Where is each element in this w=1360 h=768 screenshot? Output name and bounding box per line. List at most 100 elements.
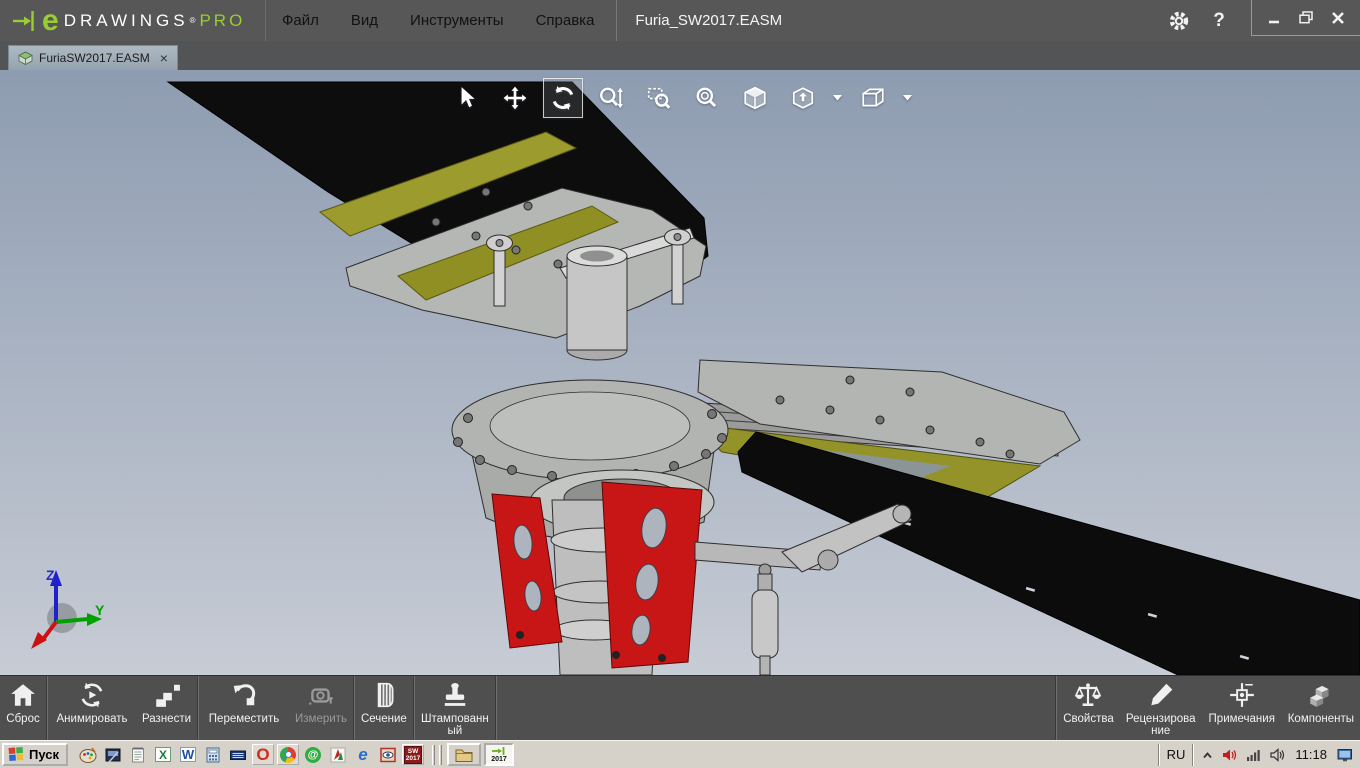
swashplate-bracket-right: [602, 482, 702, 668]
close-button[interactable]: [1322, 1, 1354, 35]
view-orientation-icon: [790, 85, 816, 111]
minimize-button[interactable]: [1258, 1, 1290, 35]
movie-maker-launcher[interactable]: [102, 744, 124, 765]
chrome-launcher[interactable]: [277, 744, 299, 765]
view-toolbar: [447, 78, 915, 118]
gear-icon: [1167, 9, 1191, 33]
keyboard-launcher[interactable]: [227, 744, 249, 765]
pan-icon: [502, 85, 528, 111]
internet-explorer-launcher[interactable]: e: [352, 744, 374, 765]
scales-icon: [1074, 681, 1102, 709]
tab-close-icon[interactable]: ×: [160, 52, 168, 64]
notepad-launcher[interactable]: [127, 744, 149, 765]
paint-icon: [79, 746, 97, 764]
clock[interactable]: 11:18: [1295, 747, 1327, 762]
mail-agent-launcher[interactable]: @: [302, 744, 324, 765]
calculator-launcher[interactable]: [202, 744, 224, 765]
volume-muted-icon[interactable]: [1221, 747, 1238, 763]
titlebar: e DRAWINGS ® PRO Файл Вид Инструменты Сп…: [0, 0, 1360, 41]
logo-e: e: [42, 8, 59, 34]
tool-pan[interactable]: [495, 78, 535, 118]
application-window: e DRAWINGS ® PRO Файл Вид Инструменты Сп…: [0, 0, 1360, 768]
notepad-icon: [129, 746, 147, 764]
explode-icon: [153, 681, 181, 709]
menu-file[interactable]: Файл: [266, 0, 335, 41]
toolbar-separator: [495, 676, 497, 740]
restore-button[interactable]: [1290, 1, 1322, 35]
solidworks-2017-icon: SW 2017: [404, 746, 422, 764]
windows-taskbar: Пуск: [0, 740, 1360, 768]
section-button[interactable]: Сечение: [355, 676, 413, 740]
tool-zoom[interactable]: [591, 78, 631, 118]
measure-icon: [307, 681, 335, 709]
show-desktop-icon[interactable]: [1336, 747, 1354, 763]
pencil-icon: [1147, 681, 1175, 709]
display-style-dropdown[interactable]: [901, 78, 915, 118]
document-tab[interactable]: FuriaSW2017.EASM ×: [8, 45, 178, 70]
model-canvas[interactable]: Z Y: [0, 70, 1360, 675]
menu-view[interactable]: Вид: [335, 0, 394, 41]
signal-strength-icon[interactable]: [1245, 747, 1262, 763]
help-button[interactable]: ?: [1199, 0, 1239, 41]
edrawings-window-button[interactable]: 2017: [484, 743, 514, 766]
stamp-button[interactable]: Штампованный: [415, 676, 495, 740]
edrawings-logo: e DRAWINGS ® PRO: [0, 0, 266, 41]
explode-button[interactable]: Разнести: [136, 676, 197, 740]
view-orientation-dropdown[interactable]: [831, 78, 845, 118]
move-component-icon: [230, 681, 258, 709]
move-button[interactable]: Переместить: [199, 676, 289, 740]
chrome-icon: [280, 747, 296, 763]
start-label: Пуск: [29, 747, 59, 762]
animate-button[interactable]: Анимировать: [48, 676, 136, 740]
quick-launch: X W O: [77, 744, 424, 765]
tool-shaded-view[interactable]: [735, 78, 775, 118]
reset-button[interactable]: Сброс: [0, 676, 46, 740]
annotations-button[interactable]: Примечания: [1202, 676, 1282, 740]
paint-launcher[interactable]: [77, 744, 99, 765]
folder-window-button[interactable]: [447, 743, 481, 766]
viewport: Z Y: [0, 70, 1360, 675]
menu-tools[interactable]: Инструменты: [394, 0, 520, 41]
menubar: Файл Вид Инструменты Справка: [266, 0, 610, 41]
logo-brand: DRAWINGS: [64, 11, 189, 31]
start-button[interactable]: Пуск: [2, 743, 68, 766]
help-icon: ?: [1213, 10, 1225, 32]
settings-button[interactable]: [1159, 0, 1199, 41]
volume-icon[interactable]: [1269, 747, 1286, 763]
zoom-fit-icon: [694, 85, 720, 111]
edrawings-arrow-icon: [12, 8, 38, 34]
tray-divider: [1158, 744, 1160, 766]
keyboard-icon: [229, 746, 247, 764]
tool-rotate[interactable]: [543, 78, 583, 118]
image-viewer-launcher[interactable]: [377, 744, 399, 765]
minimize-icon: [1267, 11, 1281, 25]
tool-zoom-window[interactable]: [639, 78, 679, 118]
tool-view-orientation[interactable]: [783, 78, 823, 118]
review-button[interactable]: Рецензирование: [1120, 676, 1202, 740]
select-icon: [454, 85, 480, 111]
tool-zoom-fit[interactable]: [687, 78, 727, 118]
components-button[interactable]: Компоненты: [1282, 676, 1360, 740]
calculator-icon: [204, 746, 222, 764]
excel-launcher[interactable]: X: [152, 744, 174, 765]
mail-agent-icon: @: [305, 747, 321, 763]
triad-y-label: Y: [95, 602, 105, 618]
annotation-target-icon: [1228, 681, 1256, 709]
tool-display-style[interactable]: [853, 78, 893, 118]
system-tray: RU 11:18: [1154, 743, 1358, 767]
media-player-launcher[interactable]: [327, 744, 349, 765]
language-indicator[interactable]: RU: [1167, 747, 1186, 762]
media-player-icon: [329, 746, 347, 764]
solidworks-launcher[interactable]: SW 2017: [402, 744, 424, 765]
movie-maker-icon: [104, 746, 122, 764]
tool-select[interactable]: [447, 78, 487, 118]
word-launcher[interactable]: W: [177, 744, 199, 765]
hidden-icons-chevron-icon[interactable]: [1201, 748, 1214, 762]
menu-help[interactable]: Справка: [520, 0, 611, 41]
zoom-window-icon: [646, 85, 672, 111]
rotate-icon: [549, 84, 577, 112]
opera-launcher[interactable]: O: [252, 744, 274, 765]
folder-icon: [454, 746, 474, 763]
properties-button[interactable]: Свойства: [1057, 676, 1120, 740]
opera-icon: O: [256, 745, 269, 765]
